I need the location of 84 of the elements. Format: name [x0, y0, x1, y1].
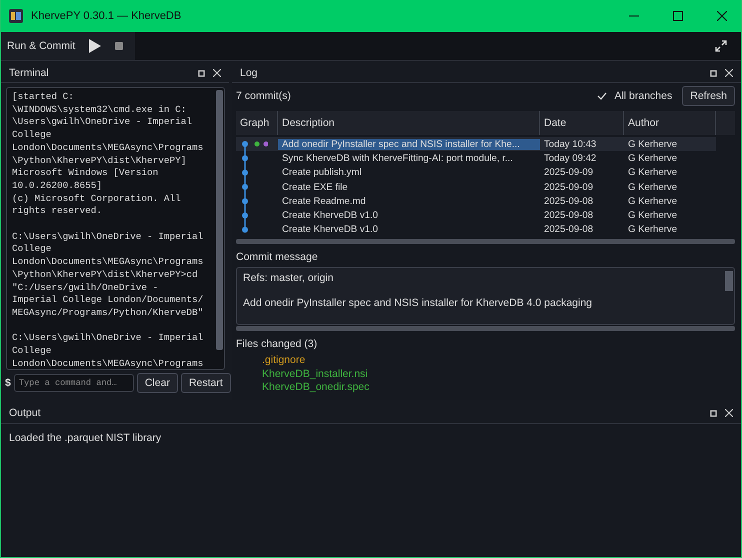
terminal-line: Microsoft Windows [Version — [12, 167, 160, 180]
terminal-line: Imperial College London/Documents/ — [12, 294, 204, 307]
commit-row[interactable]: Add onedir PyInstaller spec and NSIS installer for Khe... Today 10:43 G Kerherve — [236, 137, 716, 152]
toolbar-label: Run & Commit — [7, 40, 76, 52]
terminal-line: \Python\KhervePY\dist\KhervePY] — [12, 154, 188, 168]
terminal-line: \Python\KhervePY\dist\KhervePY>cd — [12, 268, 199, 282]
commit-row[interactable]: Create EXE file 2025-09-09 G Kerherve — [236, 180, 716, 194]
terminal-line: (c) Microsoft Corporation. All — [12, 192, 182, 206]
table-cell-text: Today 10:43 — [543, 138, 598, 150]
table-cell-text: Create Readme.md — [281, 196, 367, 207]
table-cell-text: Sync KherveDB with KherveFitting-AI: port module, r... — [281, 152, 514, 164]
column-header[interactable]: Date — [540, 111, 624, 135]
float-icon[interactable] — [710, 70, 717, 76]
changed-file[interactable]: KherveDB_onedir.spec — [262, 381, 735, 394]
panel-title: Log — [240, 67, 258, 79]
table-cell-text: 2025-09-09 — [543, 182, 594, 193]
terminal-line: "C:/Users/gwilh/OneDrive - — [12, 282, 160, 294]
scrollbar-thumb[interactable] — [216, 90, 223, 350]
terminal-line: London\Documents\MEGAsync\Programs — [12, 142, 204, 155]
terminal-button[interactable]: Restart — [180, 373, 231, 393]
changed-file[interactable]: KherveDB_installer.nsi — [262, 368, 735, 380]
terminal-line: College — [12, 243, 52, 256]
changed-file[interactable]: .gitignore — [262, 354, 735, 366]
checkmark-icon — [597, 92, 608, 100]
section-label: Commit message — [236, 251, 319, 264]
terminal-line: C:\Users\gwilh\OneDrive - Imperial — [12, 332, 204, 346]
command-input-field[interactable]: Type a command and… — [14, 374, 134, 392]
commit-message-line: Refs: master, origin — [243, 272, 334, 286]
table-cell-text: Create KherveDB v1.0 — [281, 224, 379, 236]
terminal-line: 10.0.26200.8655] — [12, 180, 104, 193]
terminal-line: College — [12, 129, 52, 142]
column-header[interactable]: Author — [624, 111, 716, 135]
prompt-symbol: $ — [5, 377, 11, 389]
commit-row[interactable]: Sync KherveDB with KherveFitting-AI: port module, r... Today 09:42 G Kerherve — [236, 151, 716, 166]
terminal-line: London\Documents\MEGAsync\Programs — [12, 358, 204, 369]
table-cell-text: Create KherveDB v1.0 — [281, 210, 379, 222]
section-label: Files changed (3) — [236, 338, 318, 350]
table-cell-text: G Kerherve — [627, 196, 678, 207]
panel-title: Output — [9, 407, 41, 419]
table-cell-text: 2025-09-08 — [543, 196, 594, 207]
commit-row[interactable]: Create KherveDB v1.0 2025-09-08 G Kerherve — [236, 208, 716, 223]
column-header[interactable]: Description — [278, 111, 540, 135]
window-title: KhervePY 0.30.1 — KherveDB — [31, 10, 182, 22]
terminal-line: \WINDOWS\system32\cmd.exe in C: — [12, 104, 188, 116]
app-icon — [9, 9, 23, 23]
terminal-line: MEGAsync/Programs/Python/KherveDB" — [12, 306, 204, 320]
float-icon[interactable] — [198, 70, 205, 76]
refresh-button[interactable]: Refresh — [682, 86, 735, 106]
terminal-line: London\Documents\MEGAsync\Programs — [12, 256, 204, 269]
table-cell-text: 2025-09-09 — [543, 167, 594, 178]
table-cell-text: Create publish.yml — [281, 167, 362, 178]
column-header[interactable]: Graph — [236, 111, 278, 135]
table-cell: Add onedir PyInstaller spec and NSIS installer for Khe... — [278, 138, 540, 150]
table-cell-text: G Kerherve — [627, 138, 678, 150]
commit-count: 7 commit(s) — [236, 90, 291, 102]
terminal-line: \Users\gwilh\OneDrive - Imperial — [12, 116, 194, 130]
all-branches-checkbox[interactable]: All branches — [597, 90, 672, 102]
stop-icon[interactable] — [115, 42, 124, 50]
panel-title: Terminal — [9, 67, 49, 79]
play-icon[interactable] — [89, 39, 102, 53]
table-cell-text: Today 09:42 — [543, 152, 598, 164]
scrollbar-thumb[interactable] — [725, 271, 733, 292]
table-cell-text: 2025-09-08 — [543, 210, 594, 222]
terminal-line: C:\Users\gwilh\OneDrive - Imperial — [12, 230, 204, 244]
commit-row[interactable]: Create publish.yml 2025-09-09 G Kerherve — [236, 166, 716, 180]
table-cell-text: G Kerherve — [627, 182, 678, 193]
terminal-line: College — [12, 345, 52, 358]
commit-message-line: Add onedir PyInstaller spec and NSIS installer for KherveDB 4.0 packaging — [243, 297, 594, 310]
terminal-line: rights reserved. — [12, 205, 104, 218]
commit-message-box[interactable]: Refs: master, origin Add onedir PyInstaller spec and NSIS installer for KherveDB 4.0 packaging — [236, 267, 735, 326]
table-cell-text: 2025-09-08 — [543, 224, 594, 236]
terminal-line: [started C: — [12, 91, 75, 104]
terminal-button[interactable]: Clear — [136, 373, 178, 393]
close-icon[interactable] — [717, 11, 727, 21]
maximize-icon[interactable] — [673, 11, 683, 21]
commit-row[interactable]: Create Readme.md 2025-09-08 G Kerherve — [236, 194, 716, 208]
float-icon[interactable] — [710, 410, 717, 416]
table-cell-text: G Kerherve — [627, 152, 678, 164]
table-cell-text: Create EXE file — [281, 182, 349, 193]
table-cell-text: G Kerherve — [627, 224, 678, 236]
commit-row[interactable]: Create KherveDB v1.0 2025-09-08 G Kerherve — [236, 222, 716, 238]
table-cell-text: G Kerherve — [627, 167, 678, 178]
fullscreen-icon[interactable] — [715, 40, 727, 52]
table-cell-text: G Kerherve — [627, 210, 678, 222]
